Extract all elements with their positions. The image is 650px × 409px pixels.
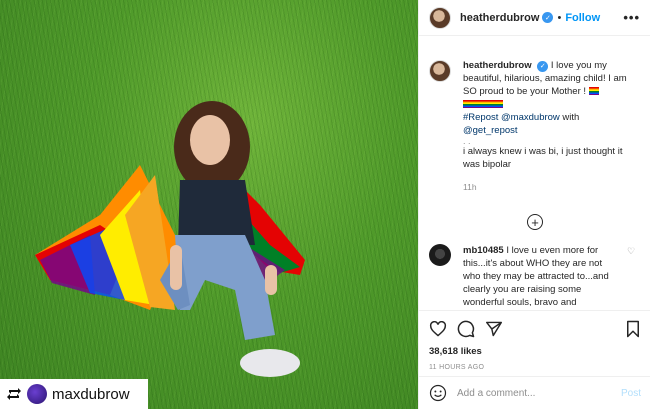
bookmark-icon[interactable] — [625, 320, 641, 338]
pride-flags-icon — [463, 99, 503, 110]
header-username[interactable]: heatherdubrow — [460, 12, 539, 24]
add-comment-bar: Post — [419, 376, 650, 409]
credit-avatar — [27, 384, 47, 404]
emoji-icon[interactable] — [429, 384, 447, 402]
with-text: with — [562, 112, 580, 123]
comment-bubble-icon[interactable] — [457, 320, 475, 338]
post-actions: 38,618 likes 11 HOURS AGO — [419, 310, 650, 371]
comment-username[interactable]: mb10485 — [463, 245, 504, 256]
avatar[interactable] — [429, 6, 451, 29]
separator-dot: • — [557, 11, 562, 24]
caption-dots: . . — [463, 136, 471, 146]
caption-username[interactable]: heatherdubrow — [463, 60, 532, 71]
post-button[interactable]: Post — [621, 388, 641, 399]
caption-body: heatherdubrow ✓ I love you my beautiful,… — [463, 59, 633, 194]
get-repost-link[interactable]: @get_repost — [463, 125, 518, 136]
post-timestamp: 11 HOURS AGO — [429, 364, 485, 371]
credit-username: maxdubrow — [52, 385, 130, 403]
caption-avatar[interactable] — [429, 60, 451, 82]
verified-badge-icon: ✓ — [537, 61, 549, 72]
person-with-pride-flag — [35, 101, 305, 377]
repost-credit: maxdubrow — [0, 379, 148, 409]
more-options-icon[interactable]: ••• — [623, 10, 640, 25]
load-more-comments-icon[interactable]: + — [527, 214, 543, 230]
comment-like-heart-icon[interactable]: ♡ — [627, 246, 635, 306]
post-side-panel: heatherdubrow ✓ • Follow ••• heatherdubr… — [418, 0, 650, 409]
comments-list[interactable]: heatherdubrow ✓ I love you my beautiful,… — [419, 48, 650, 306]
verified-badge-icon: ✓ — [542, 12, 554, 23]
share-paper-plane-icon[interactable] — [485, 321, 503, 337]
like-heart-icon[interactable] — [429, 321, 447, 337]
caption: heatherdubrow ✓ I love you my beautiful,… — [429, 48, 641, 194]
comment-input[interactable] — [457, 387, 607, 399]
post-photo[interactable]: maxdubrow — [0, 0, 418, 409]
list-item: mb10485 I love u even more for this...it… — [429, 244, 641, 306]
post-header: heatherdubrow ✓ • Follow ••• — [419, 0, 650, 36]
follow-button[interactable]: Follow — [565, 12, 600, 24]
likes-count[interactable]: 38,618 likes — [429, 346, 641, 357]
pride-flag-icon — [588, 87, 599, 96]
repost-icon — [7, 388, 21, 400]
comment-avatar[interactable] — [429, 244, 451, 266]
repost-hashtag-link[interactable]: #Repost — [463, 112, 498, 123]
caption-time: 11h — [463, 182, 477, 192]
comment-body: mb10485 I love u even more for this...it… — [463, 244, 621, 306]
caption-quote: i always knew i was bi, i just thought i… — [463, 146, 623, 170]
repost-user-link[interactable]: @maxdubrow — [501, 112, 560, 123]
